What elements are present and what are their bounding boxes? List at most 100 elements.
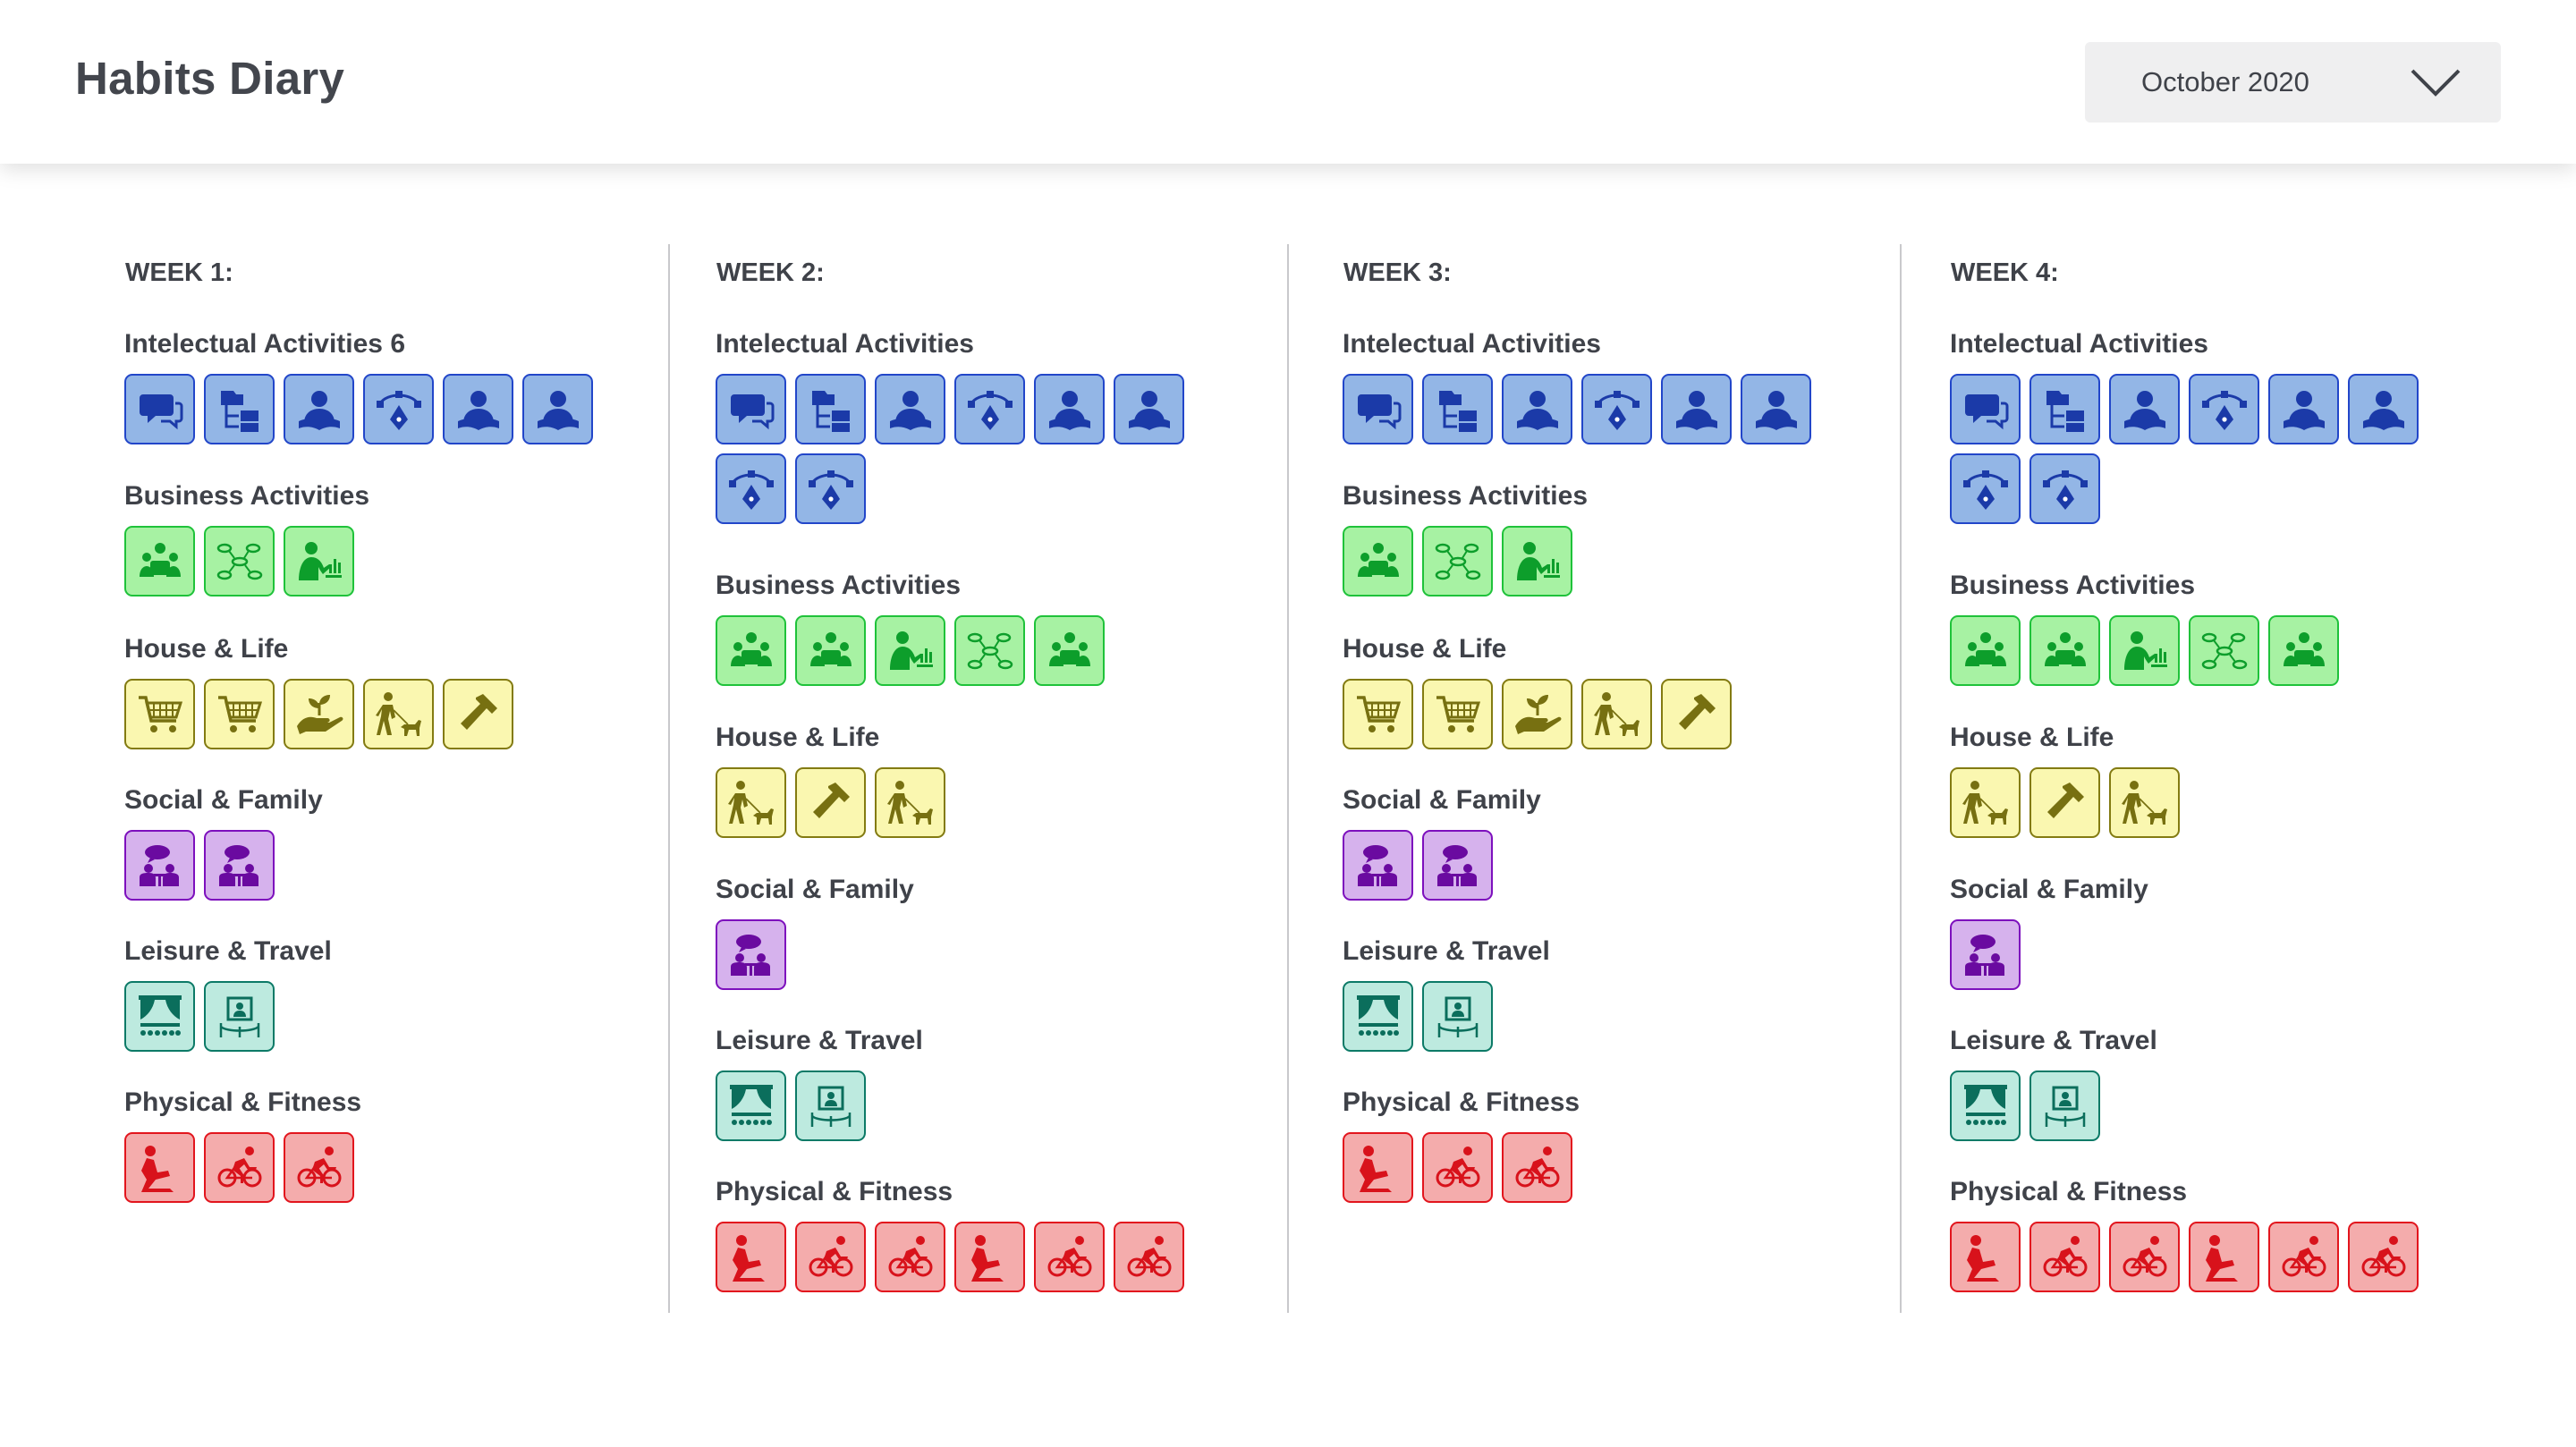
habit-tile[interactable] <box>2109 374 2180 444</box>
habit-tile[interactable] <box>443 679 513 749</box>
habit-tile[interactable] <box>2109 767 2180 838</box>
habit-tile[interactable] <box>2029 767 2100 838</box>
habit-tile[interactable] <box>1422 374 1493 444</box>
habit-tile[interactable] <box>2109 615 2180 686</box>
habit-tile[interactable] <box>716 767 786 838</box>
habit-tile[interactable] <box>204 526 275 597</box>
habit-tile[interactable] <box>124 830 195 901</box>
habit-tile[interactable] <box>795 374 866 444</box>
habit-tile[interactable] <box>1502 526 1572 597</box>
habit-tile[interactable] <box>795 615 866 686</box>
habit-tile[interactable] <box>2029 1222 2100 1292</box>
habit-tile[interactable] <box>363 679 434 749</box>
habit-tile[interactable] <box>2109 1222 2180 1292</box>
habit-tile[interactable] <box>716 1070 786 1141</box>
habit-tile[interactable] <box>1950 374 2021 444</box>
habit-tile[interactable] <box>2348 374 2419 444</box>
habit-tile[interactable] <box>1422 679 1493 749</box>
file-tree-icon <box>2046 390 2084 432</box>
habit-tile[interactable] <box>1741 374 1811 444</box>
habit-tile[interactable] <box>1343 526 1413 597</box>
habit-tile[interactable] <box>204 374 275 444</box>
habit-tile[interactable] <box>1661 679 1732 749</box>
habit-tile[interactable] <box>522 374 593 444</box>
habit-tile[interactable] <box>716 453 786 524</box>
habit-tile[interactable] <box>204 1132 275 1203</box>
habit-tiles <box>716 615 1216 686</box>
habit-tile[interactable] <box>1950 1222 2021 1292</box>
habit-tile[interactable] <box>1502 1132 1572 1203</box>
habit-tile[interactable] <box>1422 981 1493 1052</box>
habit-tile[interactable] <box>795 767 866 838</box>
habit-tile[interactable] <box>716 1222 786 1292</box>
habit-tile[interactable] <box>1422 830 1493 901</box>
week-column-4: WEEK 4: Intelectual Activities Business Ac… <box>1950 164 2487 1312</box>
habit-tile[interactable] <box>124 374 195 444</box>
habit-tile[interactable] <box>2268 374 2339 444</box>
habit-tile[interactable] <box>1502 679 1572 749</box>
habit-tile[interactable] <box>875 374 945 444</box>
habit-tile[interactable] <box>1950 767 2021 838</box>
habit-tile[interactable] <box>124 679 195 749</box>
habit-tile[interactable] <box>2029 453 2100 524</box>
habit-tile[interactable] <box>1343 830 1413 901</box>
habit-tile[interactable] <box>795 453 866 524</box>
habit-tile[interactable] <box>204 981 275 1052</box>
habit-tile[interactable] <box>1661 374 1732 444</box>
habit-tile[interactable] <box>443 374 513 444</box>
habit-tile[interactable] <box>1343 679 1413 749</box>
habit-tile[interactable] <box>204 679 275 749</box>
habit-tile[interactable] <box>284 679 354 749</box>
habit-tile[interactable] <box>875 1222 945 1292</box>
week-column-3: WEEK 3: Intelectual Activities Business Ac… <box>1343 164 1880 1312</box>
habit-tile[interactable] <box>1950 1070 2021 1141</box>
week-divider <box>1900 244 1902 1313</box>
habit-tile[interactable] <box>1422 526 1493 597</box>
habit-tile[interactable] <box>1581 679 1652 749</box>
habit-tile[interactable] <box>716 919 786 990</box>
habit-category: Intelectual Activities <box>1950 329 2451 524</box>
habit-tile[interactable] <box>363 374 434 444</box>
habit-tile[interactable] <box>1422 1132 1493 1203</box>
habit-tile[interactable] <box>1502 374 1572 444</box>
habit-tile[interactable] <box>954 374 1025 444</box>
habit-tile[interactable] <box>2268 615 2339 686</box>
habit-tile[interactable] <box>795 1222 866 1292</box>
habit-tile[interactable] <box>2029 615 2100 686</box>
habit-tile[interactable] <box>124 1132 195 1203</box>
habit-tile[interactable] <box>1343 981 1413 1052</box>
habit-tile[interactable] <box>1034 374 1105 444</box>
habit-tile[interactable] <box>954 1222 1025 1292</box>
habit-tile[interactable] <box>124 526 195 597</box>
habit-tile[interactable] <box>1950 615 2021 686</box>
habit-tile[interactable] <box>284 374 354 444</box>
habit-tile[interactable] <box>2029 374 2100 444</box>
habit-tile[interactable] <box>716 615 786 686</box>
cycling-icon <box>888 1235 932 1276</box>
habit-tile[interactable] <box>284 1132 354 1203</box>
habit-tile[interactable] <box>1034 615 1105 686</box>
habit-tile[interactable] <box>954 615 1025 686</box>
habit-tile[interactable] <box>1950 919 2021 990</box>
habit-tile[interactable] <box>1114 374 1184 444</box>
habit-tile[interactable] <box>1343 374 1413 444</box>
habit-tile[interactable] <box>2189 374 2259 444</box>
habit-tile[interactable] <box>2189 1222 2259 1292</box>
month-select[interactable]: October 2020 <box>2085 42 2501 123</box>
habit-tile[interactable] <box>2268 1222 2339 1292</box>
habit-tile[interactable] <box>1581 374 1652 444</box>
habit-tile[interactable] <box>716 374 786 444</box>
habit-tile[interactable] <box>2189 615 2259 686</box>
habit-tile[interactable] <box>1343 1132 1413 1203</box>
habit-tile[interactable] <box>1950 453 2021 524</box>
habit-tile[interactable] <box>1114 1222 1184 1292</box>
habit-tile[interactable] <box>284 526 354 597</box>
habit-tile[interactable] <box>124 981 195 1052</box>
habit-tile[interactable] <box>795 1070 866 1141</box>
habit-tile[interactable] <box>2348 1222 2419 1292</box>
habit-tile[interactable] <box>875 767 945 838</box>
habit-tile[interactable] <box>875 615 945 686</box>
habit-tile[interactable] <box>204 830 275 901</box>
habit-tile[interactable] <box>2029 1070 2100 1141</box>
habit-tile[interactable] <box>1034 1222 1105 1292</box>
